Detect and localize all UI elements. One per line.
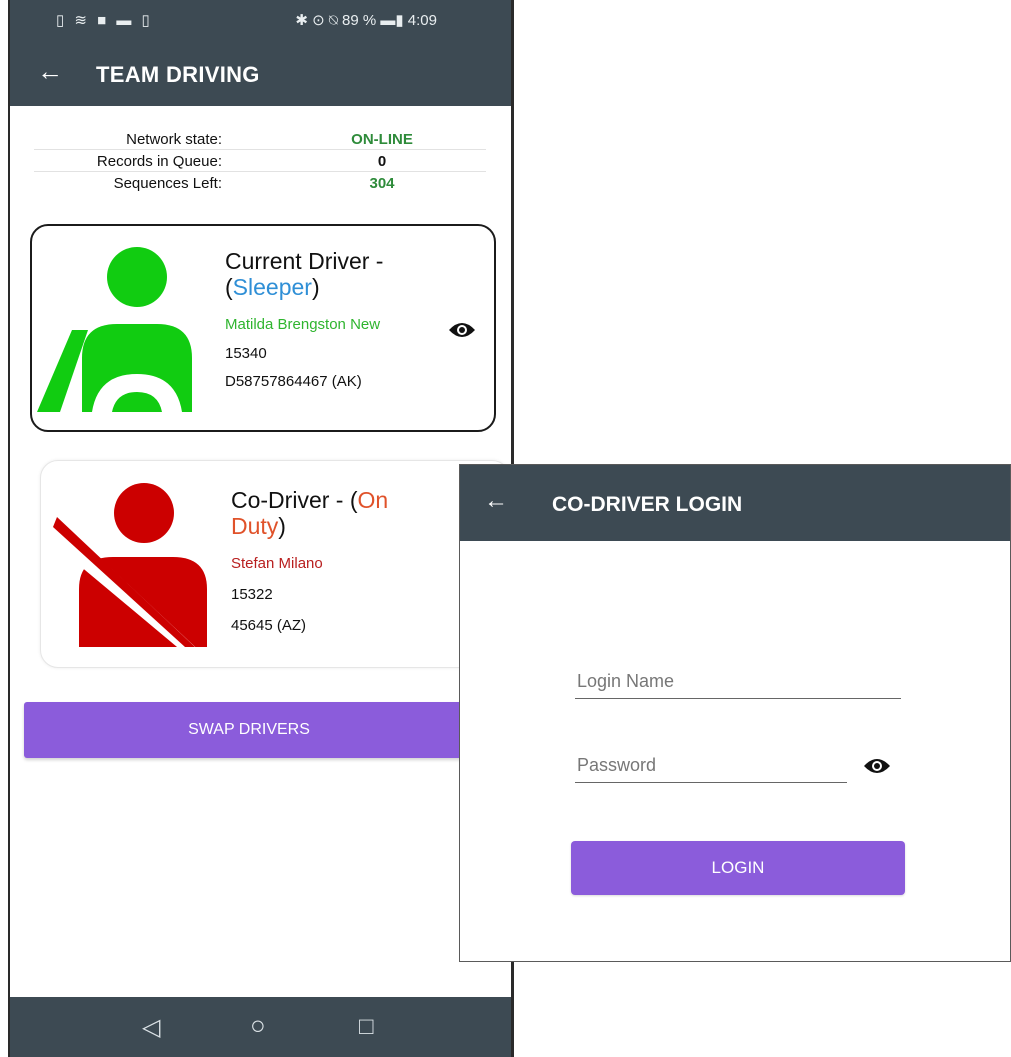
swap-drivers-button[interactable]: SWAP DRIVERS (24, 702, 474, 758)
login-title: CO-DRIVER LOGIN (552, 493, 743, 516)
current-driver-license: D58757864467 (AK) (225, 373, 362, 390)
co-driver-status-part1: On (357, 487, 389, 513)
current-driver-name: Matilda Brengston New (225, 316, 381, 333)
current-driver-details: Current Driver - (Sleeper) Matilda Brengs… (225, 248, 485, 390)
info-row-network-state: Network state: ON-LINE (34, 128, 486, 150)
info-row-records-in-queue: Records in Queue: 0 (34, 150, 486, 172)
co-driver-name: Stefan Milano (231, 555, 323, 572)
system-status-icons: ✱ ⊙ ⍉ 89 % ▬▮ 4:09 (295, 12, 437, 29)
heading-text: Co-Driver - ( (231, 487, 358, 513)
back-arrow-icon[interactable]: ← (37, 58, 63, 84)
heading-text: Current Driver - (225, 248, 384, 274)
heading-paren-close: ) (311, 274, 320, 300)
app-bar: ← TEAM DRIVING (10, 40, 511, 106)
co-driver-login-screen: ← CO-DRIVER LOGIN LOGIN (459, 464, 1011, 962)
nav-recents-icon[interactable]: □ (359, 1013, 374, 1041)
current-driver-status: Sleeper (232, 274, 312, 300)
page-title: TEAM DRIVING (96, 62, 260, 87)
current-driver-id: 15340 (225, 345, 267, 362)
co-driver-details: Co-Driver - (On Duty) Stefan Milano 15322… (231, 487, 471, 634)
network-state-value: ON-LINE (351, 131, 413, 148)
nav-back-icon[interactable]: ◁ (142, 1013, 160, 1042)
notification-icons: ▯ ≋ ■ ▬ ▯ (56, 12, 153, 29)
co-driver-license: 45645 (AZ) (231, 617, 307, 634)
co-driver-id: 15322 (231, 586, 273, 603)
info-label: Sequences Left: (113, 175, 222, 192)
seatbelt-passenger-icon (53, 483, 207, 657)
nav-home-icon[interactable]: ○ (250, 1010, 266, 1041)
info-label: Records in Queue: (96, 153, 222, 170)
co-driver-status-part2: Duty (231, 513, 279, 539)
co-driver-card[interactable]: Co-Driver - (On Duty) Stefan Milano 15322… (40, 460, 510, 668)
sequences-left-value: 304 (369, 175, 395, 192)
password-input[interactable] (575, 753, 847, 783)
team-driving-screen: ▯ ≋ ■ ▬ ▯ ✱ ⊙ ⍉ 89 % ▬▮ 4:09 ← TEAM DRIV… (8, 0, 514, 1057)
heading-paren-close: ) (278, 513, 286, 539)
view-eye-icon[interactable] (448, 320, 476, 340)
records-in-queue-value: 0 (377, 153, 387, 170)
system-nav-bar: ◁ ○ □ (10, 997, 511, 1057)
current-driver-card[interactable]: Current Driver - (Sleeper) Matilda Brengs… (30, 224, 496, 432)
co-driver-heading: Co-Driver - (On Duty) (231, 487, 471, 539)
show-password-eye-icon[interactable] (863, 756, 891, 776)
network-info-table: Network state: ON-LINE Records in Queue:… (34, 128, 486, 194)
login-button[interactable]: LOGIN (571, 841, 905, 895)
heading-paren-open: ( (225, 274, 233, 300)
current-driver-heading: Current Driver - (Sleeper) (225, 248, 485, 300)
back-arrow-icon[interactable]: ← (484, 489, 508, 513)
login-name-input[interactable] (575, 669, 901, 699)
info-label: Network state: (126, 131, 222, 148)
driver-at-wheel-icon (37, 247, 192, 412)
status-bar: ▯ ≋ ■ ▬ ▯ ✱ ⊙ ⍉ 89 % ▬▮ 4:09 (10, 0, 511, 40)
login-app-bar: ← CO-DRIVER LOGIN (460, 465, 1010, 541)
info-row-sequences-left: Sequences Left: 304 (34, 172, 486, 194)
